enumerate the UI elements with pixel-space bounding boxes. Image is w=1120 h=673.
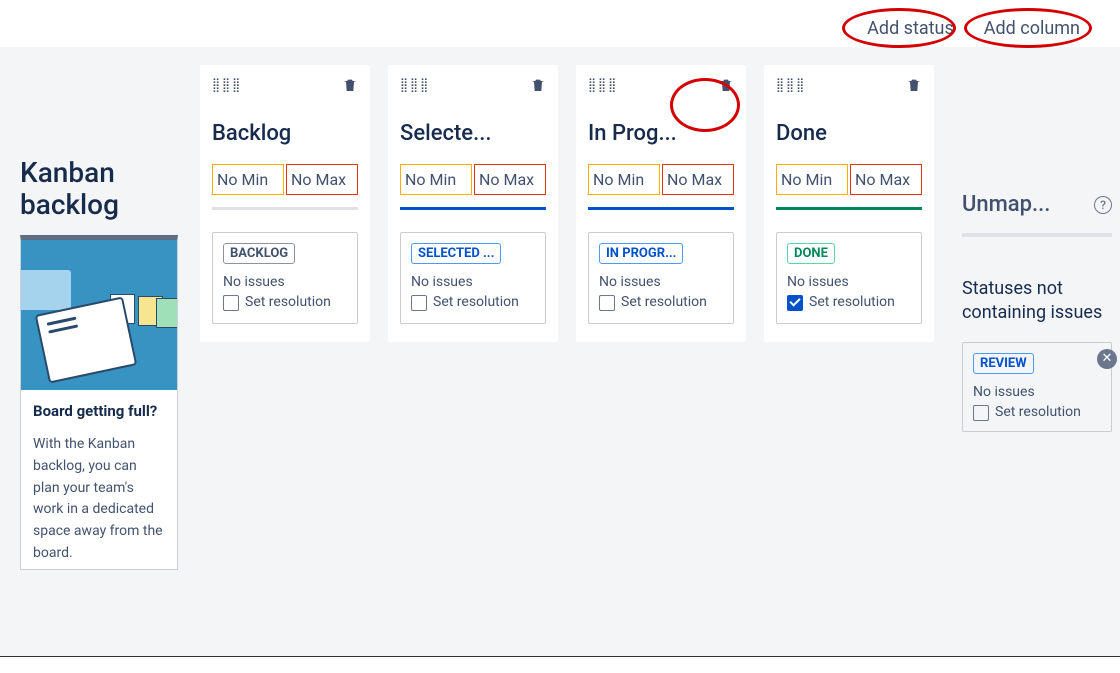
board-column[interactable]: ⠿⠿⠿⠿⠿⠿ Selecte... No Min No Max SELECTED… xyxy=(388,65,558,342)
unmapped-status-card[interactable]: ✕ REVIEW No issues Set resolution xyxy=(962,342,1112,432)
unmapped-subheading: Statuses not containing issues xyxy=(962,277,1112,326)
sidebar-card-body: With the Kanban backlog, you can plan yo… xyxy=(33,434,165,564)
column-title[interactable]: Done xyxy=(776,121,922,146)
sidebar-title: Kanban backlog xyxy=(20,157,182,221)
no-issues-label: No issues xyxy=(223,274,347,290)
column-max-input[interactable]: No Max xyxy=(850,164,922,195)
column-title[interactable]: Selecte... xyxy=(400,121,546,146)
column-category-divider xyxy=(776,207,922,210)
status-lozenge[interactable]: BACKLOG xyxy=(223,243,295,264)
column-min-input[interactable]: No Min xyxy=(776,164,848,195)
status-card[interactable]: SELECTED ... No issues Set resolution xyxy=(400,232,546,324)
no-issues-label: No issues xyxy=(599,274,723,290)
column-max-input[interactable]: No Max xyxy=(474,164,546,195)
no-issues-label: No issues xyxy=(973,384,1101,400)
status-card[interactable]: IN PROGR... No issues Set resolution xyxy=(588,232,734,324)
column-category-divider xyxy=(400,207,546,210)
top-actions-bar: Add status Add column xyxy=(0,0,1120,47)
set-resolution-checkbox[interactable] xyxy=(787,295,803,311)
drag-handle-icon[interactable]: ⠿⠿⠿⠿⠿⠿ xyxy=(400,81,430,93)
columns-container: ⠿⠿⠿⠿⠿⠿ Backlog No Min No Max BACKLOG No … xyxy=(182,47,950,342)
drag-handle-icon[interactable]: ⠿⠿⠿⠿⠿⠿ xyxy=(588,81,618,93)
remove-status-icon[interactable]: ✕ xyxy=(1097,349,1117,369)
column-min-input[interactable]: No Min xyxy=(400,164,472,195)
unmapped-divider xyxy=(962,233,1112,237)
set-resolution-checkbox[interactable] xyxy=(599,295,615,311)
add-column-button[interactable]: Add column xyxy=(984,18,1080,39)
kanban-backlog-sidebar: Kanban backlog Board getting full? With … xyxy=(0,47,182,570)
drag-handle-icon[interactable]: ⠿⠿⠿⠿⠿⠿ xyxy=(212,81,242,93)
set-resolution-checkbox[interactable] xyxy=(411,295,427,311)
set-resolution-label: Set resolution xyxy=(995,404,1081,420)
column-title[interactable]: In Prog... xyxy=(588,121,734,146)
delete-column-icon[interactable] xyxy=(342,77,358,97)
status-card[interactable]: DONE No issues Set resolution xyxy=(776,232,922,324)
kanban-backlog-illustration xyxy=(21,240,177,390)
help-icon[interactable]: ? xyxy=(1094,196,1112,214)
board-config-area: Kanban backlog Board getting full? With … xyxy=(0,47,1120,657)
status-lozenge-review[interactable]: REVIEW xyxy=(973,353,1034,374)
no-issues-label: No issues xyxy=(787,274,911,290)
column-title[interactable]: Backlog xyxy=(212,121,358,146)
column-min-input[interactable]: No Min xyxy=(212,164,284,195)
set-resolution-label: Set resolution xyxy=(433,294,519,310)
sidebar-card-heading: Board getting full? xyxy=(33,402,165,420)
board-column[interactable]: ⠿⠿⠿⠿⠿⠿ Backlog No Min No Max BACKLOG No … xyxy=(200,65,370,342)
column-max-input[interactable]: No Max xyxy=(286,164,358,195)
unmapped-panel: Unmap... ? Statuses not containing issue… xyxy=(950,47,1120,432)
board-column[interactable]: ⠿⠿⠿⠿⠿⠿ Done No Min No Max DONE No issues… xyxy=(764,65,934,342)
set-resolution-label: Set resolution xyxy=(621,294,707,310)
board-column[interactable]: ⠿⠿⠿⠿⠿⠿ In Prog... No Min No Max IN PROGR… xyxy=(576,65,746,342)
no-issues-label: No issues xyxy=(411,274,535,290)
status-card[interactable]: BACKLOG No issues Set resolution xyxy=(212,232,358,324)
delete-column-icon[interactable] xyxy=(906,77,922,97)
column-category-divider xyxy=(588,207,734,210)
set-resolution-checkbox[interactable] xyxy=(973,405,989,421)
set-resolution-checkbox[interactable] xyxy=(223,295,239,311)
column-category-divider xyxy=(212,207,358,210)
kanban-backlog-info-card: Board getting full? With the Kanban back… xyxy=(20,235,178,569)
delete-column-icon[interactable] xyxy=(718,77,734,97)
drag-handle-icon[interactable]: ⠿⠿⠿⠿⠿⠿ xyxy=(776,81,806,93)
sidebar-card-text: Board getting full? With the Kanban back… xyxy=(21,390,177,568)
status-lozenge[interactable]: DONE xyxy=(787,243,835,264)
set-resolution-label: Set resolution xyxy=(809,294,895,310)
column-max-input[interactable]: No Max xyxy=(662,164,734,195)
status-lozenge[interactable]: IN PROGR... xyxy=(599,243,683,264)
delete-column-icon[interactable] xyxy=(530,77,546,97)
status-lozenge[interactable]: SELECTED ... xyxy=(411,243,501,264)
column-min-input[interactable]: No Min xyxy=(588,164,660,195)
unmapped-title: Unmap... xyxy=(962,192,1050,217)
add-status-button[interactable]: Add status xyxy=(867,18,954,39)
set-resolution-label: Set resolution xyxy=(245,294,331,310)
